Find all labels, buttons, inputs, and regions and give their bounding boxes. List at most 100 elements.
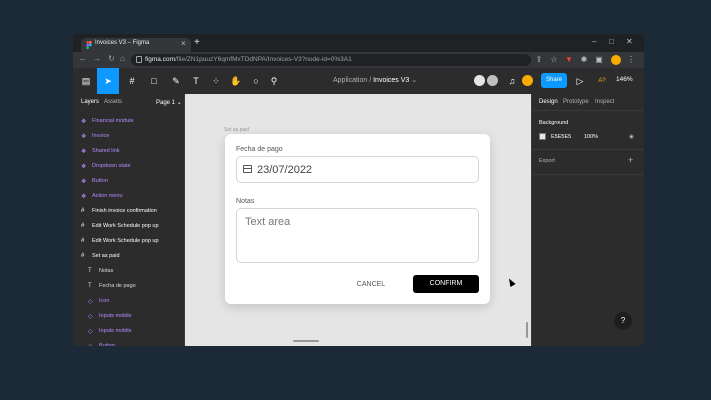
layer-item[interactable]: ❖ Financial module <box>73 114 185 129</box>
main-menu-icon[interactable]: ▤ <box>75 68 97 94</box>
notes-field-label: Notas <box>236 198 255 205</box>
layer-item-label: Set as paid <box>92 253 120 259</box>
cancel-button[interactable]: CANCEL <box>343 277 399 293</box>
close-window-button[interactable]: ✕ <box>626 37 633 46</box>
vertical-scrollbar[interactable] <box>526 322 528 338</box>
layer-item[interactable]: ❖ Button <box>73 174 185 189</box>
date-value: 23/07/2022 <box>257 164 313 176</box>
home-icon[interactable]: ⌂ <box>120 54 125 63</box>
tab-design[interactable]: Design <box>539 99 558 105</box>
browser-toolbar: ← → ↻ ⌂ figma.com/file/ZN1puuzY6qmfMxTDd… <box>73 52 644 68</box>
layer-item[interactable]: T Fecha de pago <box>73 279 185 294</box>
profile-avatar[interactable] <box>611 55 621 65</box>
confirm-button[interactable]: CONFIRM <box>413 275 479 293</box>
tab-assets[interactable]: Assets <box>104 99 122 105</box>
browser-menu-icon[interactable]: ⋮ <box>626 55 636 65</box>
components-icon[interactable]: ⁘ <box>205 68 227 94</box>
layer-item[interactable]: # Edit Work Schedule pop up <box>73 234 185 249</box>
present-icon[interactable]: ▷ <box>569 68 591 94</box>
layer-item[interactable]: ◇ Button <box>73 339 185 346</box>
export-label: Export <box>539 158 555 164</box>
layer-item[interactable]: # Finish invoice confirmation <box>73 204 185 219</box>
component-icon: ❖ <box>81 134 87 140</box>
component-icon: ❖ <box>81 149 87 155</box>
side-panel-icon[interactable]: ▣ <box>594 55 604 65</box>
browser-window: Invoices V3 – Figma × + – □ ✕ ← → ↻ ⌂ fi… <box>73 34 644 346</box>
horizontal-scrollbar[interactable] <box>293 340 319 342</box>
tab-inspect[interactable]: Inspect <box>595 99 614 105</box>
layer-item[interactable]: ❖ Action menu <box>73 189 185 204</box>
move-tool-icon[interactable]: ➤ <box>97 68 119 94</box>
text-icon: T <box>88 283 92 289</box>
bookmark-star-icon[interactable]: ☆ <box>549 55 559 65</box>
component-icon: ❖ <box>81 164 87 170</box>
minimize-button[interactable]: – <box>592 37 596 46</box>
layer-item[interactable]: ◇ Inputs mobile <box>73 324 185 339</box>
notes-textarea[interactable]: Text area <box>236 208 479 263</box>
frame-icon: # <box>81 253 85 259</box>
address-bar[interactable]: figma.com/file/ZN1puuzY6qmfMxTDdNPA/Invo… <box>131 54 531 66</box>
frame-label[interactable]: Set as paid <box>224 127 249 133</box>
hand-tool-icon[interactable]: ✋ <box>225 68 247 94</box>
breadcrumb[interactable]: Application / Invoices V3 ⌄ <box>333 76 417 84</box>
background-opacity[interactable]: 100% <box>584 134 598 140</box>
accessibility-badge[interactable]: A? <box>591 68 613 94</box>
layer-item[interactable]: # Edit Work Schedule pop up <box>73 219 185 234</box>
layer-item[interactable]: ◇ Inputs mobile <box>73 309 185 324</box>
background-label: Background <box>539 120 569 126</box>
reload-icon[interactable]: ↻ <box>108 54 115 63</box>
help-button[interactable]: ? <box>614 312 632 330</box>
plugins-icon[interactable]: ⚲ <box>263 68 285 94</box>
layer-item-label: Dropdown state <box>92 163 131 169</box>
text-tool-icon[interactable]: T <box>185 68 207 94</box>
back-icon[interactable]: ← <box>79 54 87 63</box>
tab-prototype[interactable]: Prototype <box>563 99 589 105</box>
extensions-puzzle-icon[interactable]: ✱ <box>579 55 589 65</box>
mouse-cursor-icon <box>506 277 516 287</box>
new-tab-button[interactable]: + <box>194 37 200 48</box>
extension-icon[interactable]: ▼ <box>564 55 574 65</box>
close-tab-icon[interactable]: × <box>181 39 186 48</box>
background-hex[interactable]: E5E5E5 <box>551 134 571 140</box>
share-page-icon[interactable]: ⇪ <box>534 55 544 65</box>
page-selector[interactable]: Page 1 ⌄ <box>156 99 182 106</box>
visibility-eye-icon[interactable]: ◉ <box>629 134 634 140</box>
layer-item[interactable]: T Notas <box>73 264 185 279</box>
audio-icon[interactable]: ♫ <box>501 68 523 94</box>
component-icon: ❖ <box>81 179 87 185</box>
forward-icon[interactable]: → <box>93 54 101 63</box>
browser-tab-title: Invoices V3 – Figma <box>95 40 150 46</box>
layer-item[interactable]: # Set as paid <box>73 249 185 264</box>
figma-logo-icon <box>86 41 92 49</box>
date-field[interactable]: 23/07/2022 <box>236 156 479 183</box>
url-text: figma.com/file/ZN1puuzY6qmfMxTDdNPA/Invo… <box>145 56 352 63</box>
collaborator-avatar-icon[interactable] <box>487 75 498 86</box>
canvas[interactable]: Set as paid Fecha de pago 23/07/2022 Not… <box>185 94 531 346</box>
browser-tab[interactable]: Invoices V3 – Figma × <box>81 38 191 52</box>
zoom-level[interactable]: 146% <box>616 76 633 83</box>
text-icon: T <box>88 268 92 274</box>
layer-item[interactable]: ❖ Shared link <box>73 144 185 159</box>
layer-item-label: Action menu <box>92 193 123 199</box>
layer-item-label: Inputs mobile <box>99 328 132 334</box>
tab-layers[interactable]: Layers <box>81 99 99 105</box>
layer-item[interactable]: ❖ Invoice <box>73 129 185 144</box>
layer-item[interactable]: ◇ Icon <box>73 294 185 309</box>
collaborator-avatar-icon[interactable] <box>474 75 485 86</box>
pen-tool-icon[interactable]: ✎ <box>165 68 187 94</box>
frame-tool-icon[interactable]: # <box>121 68 143 94</box>
figma-toolbar: ▤ ➤ # □ ✎ T ⁘ ✋ ○ ⚲ Application / Invoic… <box>73 68 644 94</box>
design-panel: Design Prototype Inspect Background E5E5… <box>531 94 644 346</box>
user-avatar[interactable] <box>522 75 533 86</box>
share-button[interactable]: Share <box>541 73 567 88</box>
lock-icon <box>136 56 142 63</box>
add-export-button[interactable]: + <box>628 155 633 165</box>
layer-item-label: Invoice <box>92 133 110 139</box>
layer-item-label: Shared link <box>92 148 120 154</box>
maximize-button[interactable]: □ <box>609 37 614 46</box>
layer-item-label: Notas <box>99 268 114 274</box>
background-swatch[interactable] <box>539 133 546 140</box>
date-field-label: Fecha de pago <box>236 146 283 153</box>
shape-tool-icon[interactable]: □ <box>143 68 165 94</box>
layer-item[interactable]: ❖ Dropdown state <box>73 159 185 174</box>
